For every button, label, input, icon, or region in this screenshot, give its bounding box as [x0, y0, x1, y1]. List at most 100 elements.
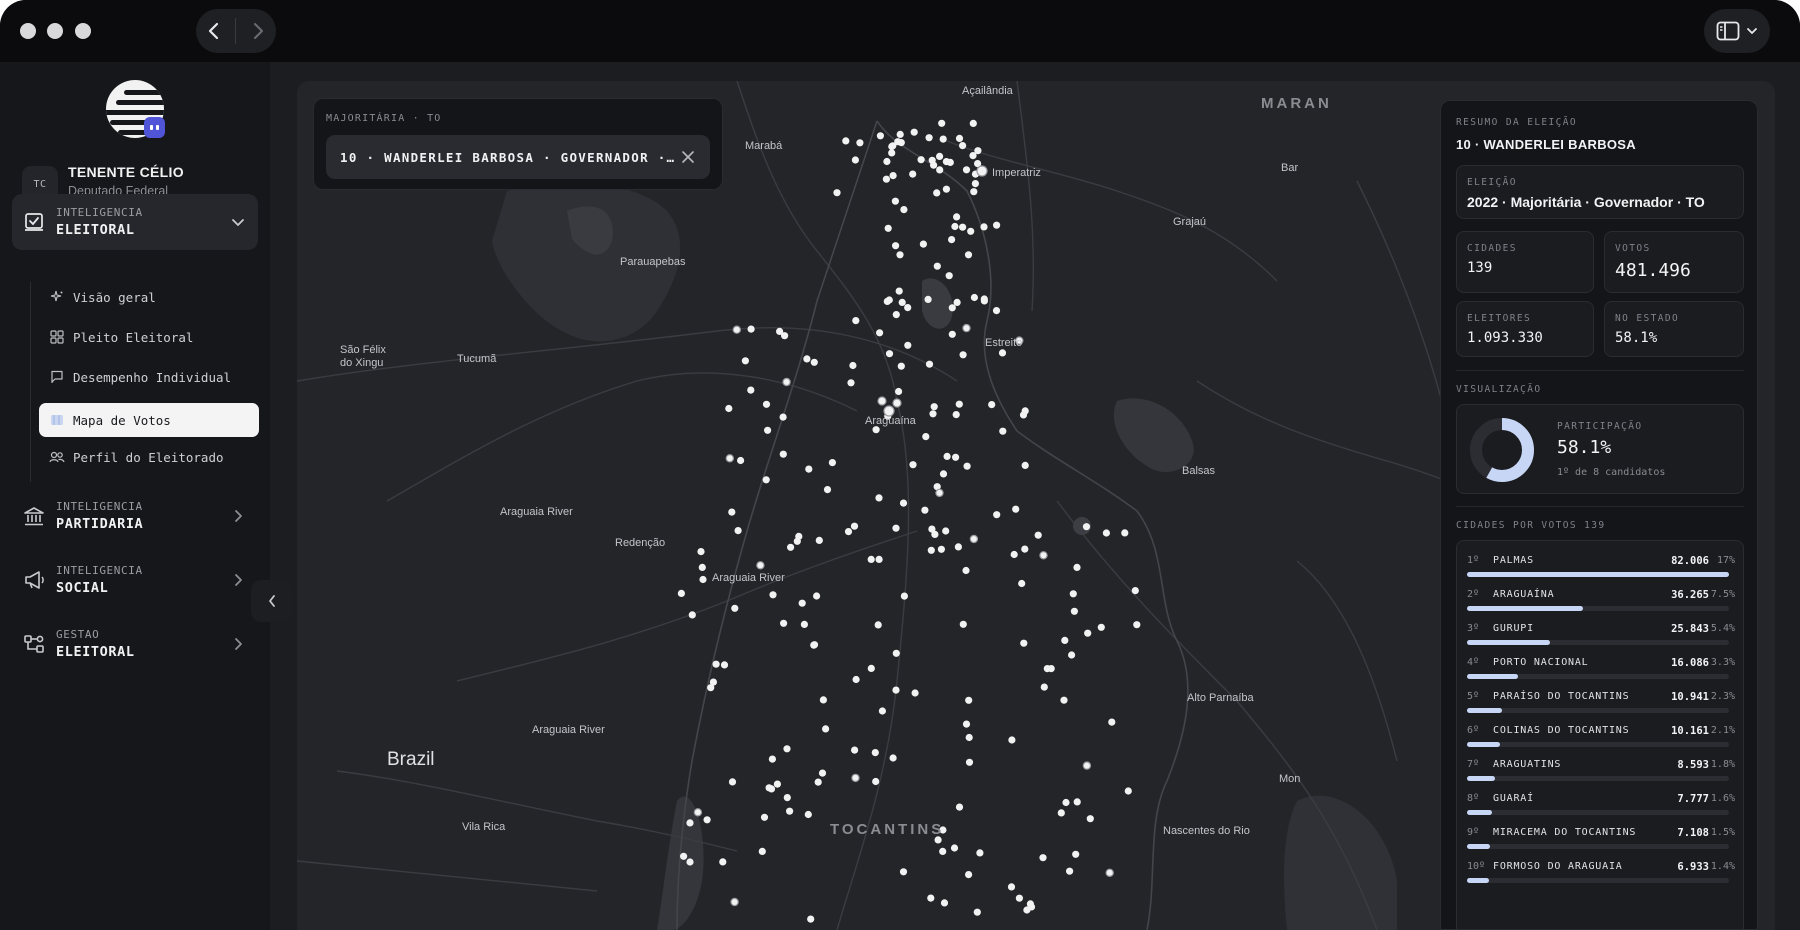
visualization-label: VISUALIZAÇÃO: [1456, 384, 1542, 395]
city-row[interactable]: 5º PARAÍSO DO TOCANTINS 10.941 2.3%: [1467, 689, 1735, 723]
vote-dot: [896, 130, 904, 138]
vote-dot: [1082, 523, 1091, 531]
vote-dot: [1026, 900, 1034, 908]
vote-dot: [773, 780, 781, 788]
city-row[interactable]: 3º GURUPI 25.843 5.4%: [1467, 621, 1735, 655]
vote-dot: [919, 240, 928, 248]
candidate-filter-card: MAJORITÁRIA · TO 10 · WANDERLEI BARBOSA …: [313, 98, 723, 190]
vote-dot: [877, 396, 887, 406]
vote-dot: [787, 543, 795, 551]
vote-dot: [889, 172, 897, 180]
stat-card-cidades: CIDADES 139: [1456, 231, 1594, 293]
vote-dot: [933, 262, 941, 270]
vote-dot: [999, 427, 1007, 435]
nav-group-gestao-eleitoral[interactable]: GESTAO ELEITORAL: [12, 616, 258, 672]
app-window: TC TENENTE CÉLIO Deputado Federal INTELI…: [0, 0, 1800, 930]
vote-dot: [889, 754, 897, 762]
vote-dot: [969, 119, 977, 127]
subnav-visao-geral[interactable]: Visão geral: [39, 280, 259, 314]
city-bar-track: [1467, 742, 1729, 747]
vote-dot: [1020, 639, 1028, 647]
back-button[interactable]: [199, 16, 229, 46]
vote-dot: [851, 773, 860, 783]
participation-label: PARTICIPAÇÃO: [1557, 421, 1643, 432]
map-lake: [922, 278, 953, 329]
city-name: GUARAÍ: [1493, 793, 1534, 804]
vote-dot: [1021, 461, 1029, 469]
vote-dot: [703, 816, 711, 824]
city-bar-track: [1467, 776, 1729, 781]
map-label-araguaia-river: Araguaia River: [500, 506, 573, 518]
window-minimize-button[interactable]: [47, 23, 63, 39]
map-label-estreito: Estreito: [985, 337, 1023, 349]
nav-group-inteligencia-partidaria[interactable]: INTELIGENCIA PARTIDARIA: [12, 488, 258, 544]
sidebar-layout-button[interactable]: [1704, 9, 1770, 53]
vote-dot: [728, 508, 736, 516]
participation-card: PARTICIPAÇÃO 58.1% 1º de 8 candidatos: [1456, 404, 1744, 494]
window-zoom-button[interactable]: [75, 23, 91, 39]
map-label-redencao: Redenção: [615, 537, 666, 549]
vote-dot: [925, 134, 933, 142]
city-name: PARAÍSO DO TOCANTINS: [1493, 691, 1630, 702]
city-row[interactable]: 4º PORTO NACIONAL 16.086 3.3%: [1467, 655, 1735, 689]
vote-dot: [768, 755, 776, 763]
subnav-label: Pleito Eleitoral: [73, 329, 194, 345]
city-votes: 25.843: [1671, 623, 1709, 635]
city-row[interactable]: 1º PALMAS 82.006 17%: [1467, 553, 1735, 587]
vote-dot: [938, 119, 946, 127]
city-row[interactable]: 9º MIRACEMA DO TOCANTINS 7.108 1.5%: [1467, 825, 1735, 859]
city-row[interactable]: 8º GUARAÍ 7.777 1.6%: [1467, 791, 1735, 825]
window-close-button[interactable]: [20, 23, 36, 39]
subnav-desempenho-individual[interactable]: Desempenho Individual: [39, 360, 259, 394]
bot-badge-icon: [144, 117, 165, 138]
vote-dot: [725, 454, 734, 463]
subnav-pleito-eleitoral[interactable]: Pleito Eleitoral: [39, 320, 259, 354]
vote-dot: [1124, 787, 1132, 795]
vote-dot: [776, 327, 784, 335]
vote-dot: [1034, 531, 1042, 539]
subnav-perfil-do-eleitorado[interactable]: Perfil do Eleitorado: [39, 440, 259, 474]
city-votes: 7.108: [1677, 827, 1709, 839]
chevron-down-icon: [228, 212, 248, 232]
vote-dot: [942, 185, 951, 193]
vote-dot: [730, 897, 739, 907]
vote-dot: [954, 543, 963, 551]
map-label-do-xingu: do Xingu: [340, 357, 384, 369]
nav-group-inteligencia-social[interactable]: INTELIGENCIA SOCIAL: [12, 552, 258, 608]
vote-dot: [965, 758, 974, 766]
forward-button[interactable]: [243, 16, 273, 46]
vote-dot: [939, 470, 948, 478]
city-bar-track: [1467, 810, 1729, 815]
chevron-right-icon: [228, 634, 248, 654]
city-row[interactable]: 7º ARAGUATINS 8.593 1.8%: [1467, 757, 1735, 791]
city-rank: 9º: [1467, 827, 1480, 838]
subnav-mapa-de-votos[interactable]: Mapa de Votos: [39, 403, 259, 437]
nav-group-inteligencia-eleitoral[interactable]: INTELIGENCIA ELEITORAL: [12, 194, 258, 250]
vote-dot: [875, 555, 883, 563]
vote-dot: [955, 400, 963, 408]
vote-dot: [719, 858, 727, 866]
vote-dot: [686, 819, 694, 827]
vote-dot: [1131, 587, 1139, 595]
vote-dot: [945, 272, 953, 280]
city-row[interactable]: 6º COLINAS DO TOCANTINS 10.161 2.1%: [1467, 723, 1735, 757]
candidate-select-value: 10 · WANDERLEI BARBOSA · GOVERNADOR ·…: [340, 150, 676, 165]
vote-dot: [783, 745, 791, 753]
vote-dot: [747, 325, 755, 333]
clear-filter-button[interactable]: [676, 145, 700, 169]
vote-dot: [892, 242, 900, 250]
nav-group-label-bottom: ELEITORAL: [56, 644, 135, 660]
vote-dot: [878, 707, 887, 715]
candidate-select[interactable]: 10 · WANDERLEI BARBOSA · GOVERNADOR ·…: [326, 135, 710, 179]
map-icon: [41, 413, 73, 427]
city-percent: 1.8%: [1710, 759, 1735, 770]
collapse-sidebar-button[interactable]: [251, 580, 293, 622]
vote-dot: [955, 134, 964, 142]
vote-dot: [786, 807, 794, 815]
vote-dot: [946, 158, 954, 166]
city-row[interactable]: 2º ARAGUAÍNA 36.265 7.5%: [1467, 587, 1735, 621]
vote-dot: [849, 361, 857, 370]
city-percent: 7.5%: [1710, 589, 1735, 600]
city-row[interactable]: 10º FORMOSO DO ARAGUAIA 6.933 1.4%: [1467, 859, 1735, 893]
map-label-maraba: Marabá: [745, 140, 783, 152]
